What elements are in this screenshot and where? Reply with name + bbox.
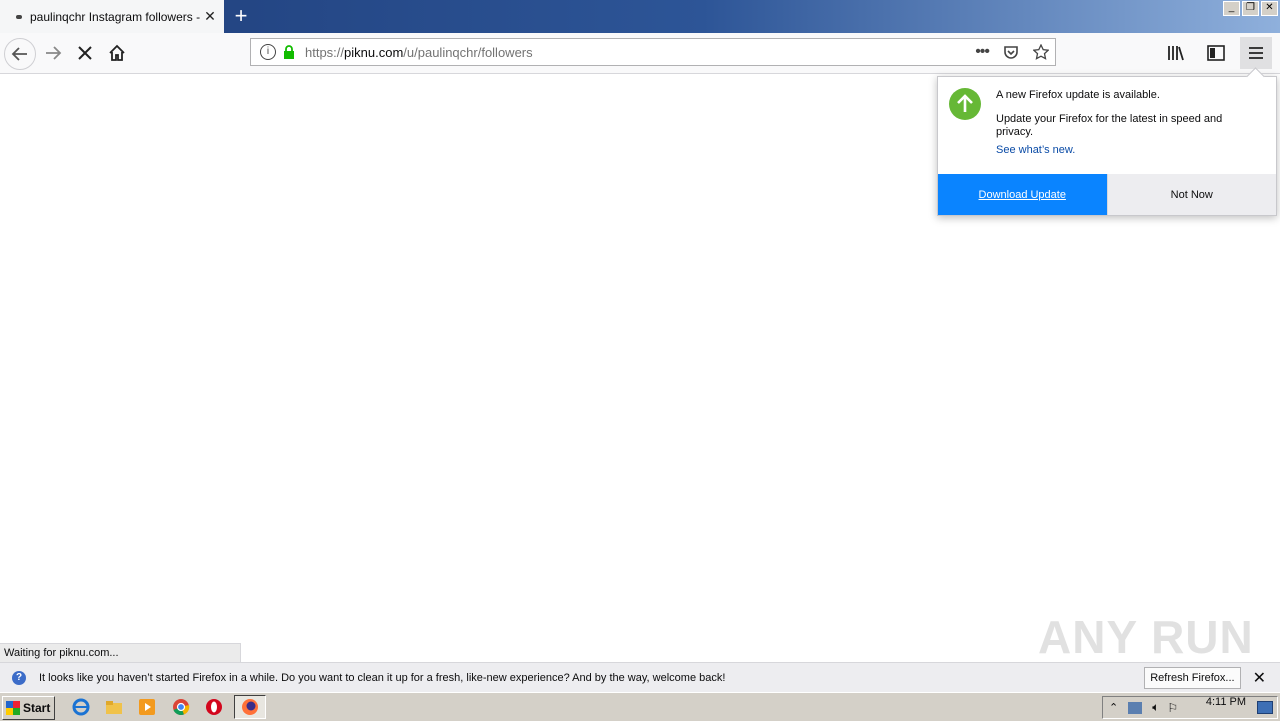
anyrun-watermark: ANY RUN [1038,611,1254,663]
forward-arrow-icon [46,46,62,60]
taskbar: Start ⌃ 🔈︎ ⚐ 4:11 PM [0,692,1280,721]
stop-icon [78,46,92,60]
chrome-icon[interactable] [172,698,190,716]
volume-icon[interactable]: 🔈︎ [1152,700,1159,715]
show-desktop-icon[interactable] [1257,701,1273,714]
url-bar[interactable]: i https://piknu.com/u/paulinqchr/followe… [250,38,1056,66]
not-now-button[interactable]: Not Now [1106,174,1276,215]
library-button[interactable] [1160,37,1192,69]
new-tab-button[interactable]: + [230,3,252,29]
file-explorer-icon[interactable] [105,698,123,716]
back-button[interactable] [4,38,36,70]
site-info-icon[interactable]: i [260,44,276,60]
firefox-icon [242,699,258,715]
sidebar-icon [1207,45,1225,61]
whats-new-link[interactable]: See what’s new. [996,144,1075,156]
download-update-button[interactable]: Download Update [938,174,1107,215]
notification-close-icon[interactable]: ✕ [1253,668,1266,688]
windows-logo-icon [6,701,20,715]
firefox-taskbar-button[interactable] [234,695,266,719]
question-icon: ? [12,671,26,685]
start-label: Start [23,701,51,715]
tab-close-icon[interactable]: ✕ [202,8,218,25]
window-controls: _ ❐ ✕ [1223,1,1278,16]
minimize-button[interactable]: _ [1223,1,1240,16]
pocket-icon[interactable] [1003,44,1019,60]
internet-explorer-icon[interactable] [72,698,90,716]
bookmark-star-icon[interactable] [1033,44,1049,60]
nav-toolbar: i https://piknu.com/u/paulinqchr/followe… [0,33,1280,74]
right-toolbar [1160,37,1272,69]
url-prefix: https:// [305,44,345,60]
stop-button[interactable] [69,37,101,69]
tab-title: paulinqchr Instagram followers - Pi [30,9,202,24]
status-panel: Waiting for piknu.com... [0,643,241,662]
media-player-icon[interactable] [138,698,156,716]
system-tray: ⌃ 🔈︎ ⚐ [1102,696,1278,719]
sidebar-button[interactable] [1200,37,1232,69]
lock-icon[interactable] [282,45,296,59]
home-button[interactable] [101,37,133,69]
title-bar: paulinqchr Instagram followers - Pi ✕ + … [0,0,1280,33]
close-window-button[interactable]: ✕ [1261,1,1278,16]
tab-active[interactable]: paulinqchr Instagram followers - Pi ✕ [0,0,224,33]
action-center-flag-icon[interactable]: ⚐ [1167,701,1178,715]
update-arrow-icon [949,88,981,120]
forward-button[interactable] [37,37,69,69]
tray-expand-icon[interactable]: ⌃ [1109,701,1118,714]
url-host: piknu.com [344,44,404,60]
restore-button[interactable]: ❐ [1242,1,1259,16]
page-actions-icon[interactable]: ••• [975,43,990,61]
notification-bar: ? It looks like you haven’t started Fire… [0,662,1280,693]
tab-favicon-icon [16,14,22,19]
doorhanger-text: Update your Firefox for the latest in sp… [996,113,1223,138]
library-icon [1168,46,1184,61]
back-arrow-icon [11,47,27,61]
url-tools: ••• [975,43,1049,61]
menu-button[interactable] [1240,37,1272,69]
start-button[interactable]: Start [2,696,55,720]
opera-icon[interactable] [205,698,223,716]
home-icon [109,44,125,61]
update-doorhanger: A new Firefox update is available. Updat… [937,67,1277,216]
doorhanger-title: A new Firefox update is available. [996,89,1160,101]
doorhanger-buttons: Download Update Not Now [938,174,1276,215]
url-path: /u/paulinqchr/followers [403,44,533,60]
clock[interactable]: 4:11 PM [1206,696,1246,708]
notification-text: It looks like you haven’t started Firefo… [39,672,726,684]
refresh-firefox-button[interactable]: Refresh Firefox... [1144,667,1241,689]
hamburger-menu-icon [1249,47,1263,59]
url-text[interactable]: https://piknu.com/u/paulinqchr/followers [305,45,975,60]
network-icon[interactable] [1128,701,1143,714]
